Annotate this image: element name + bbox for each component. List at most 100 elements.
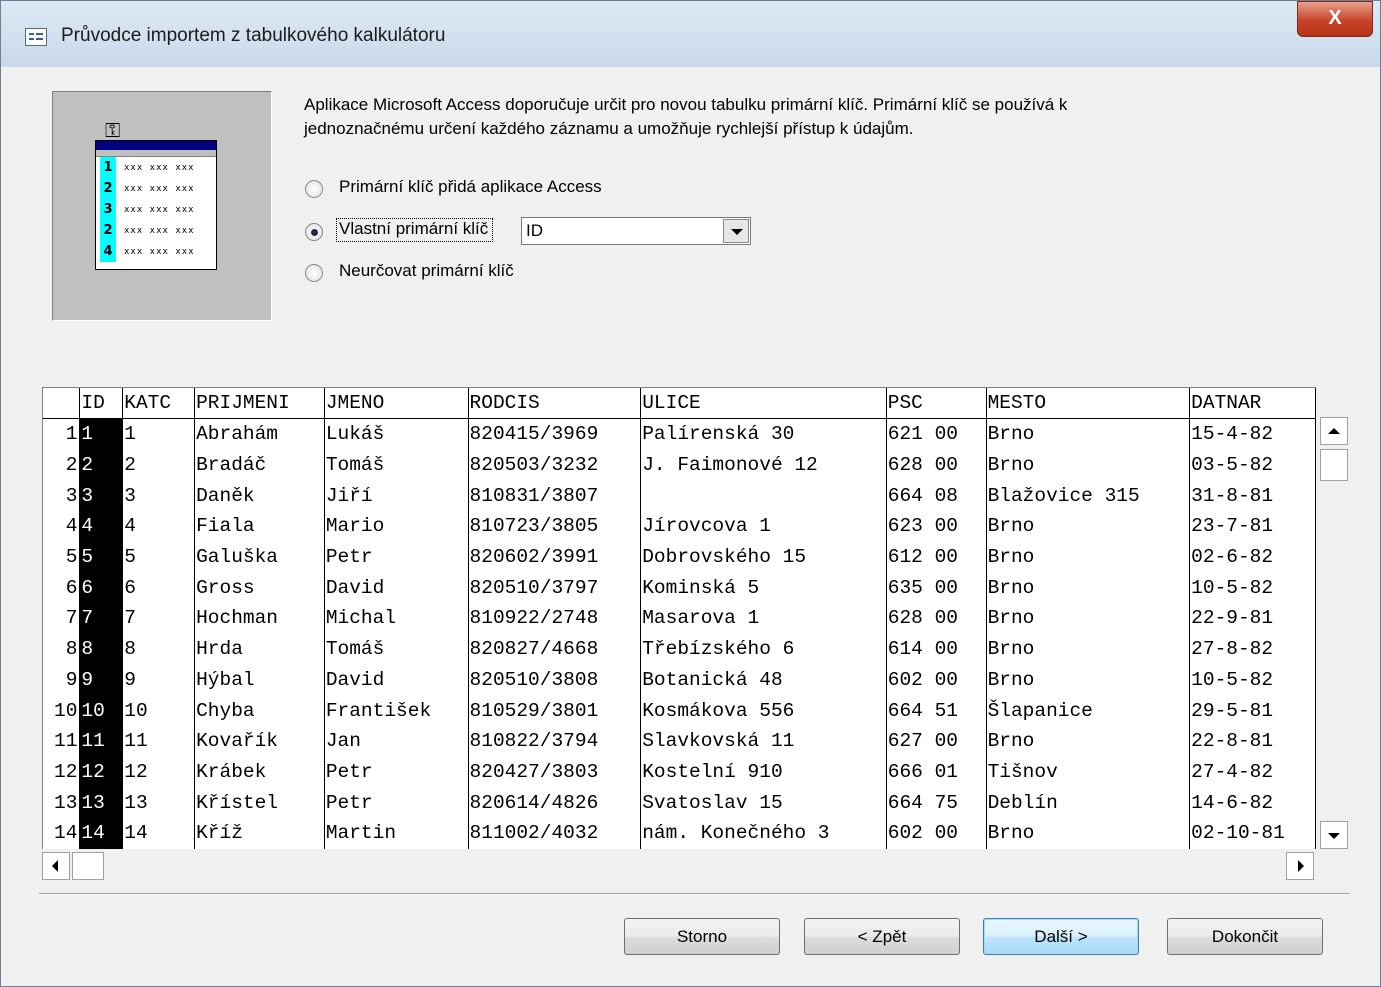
column-header[interactable]: ID (79, 388, 124, 419)
table-cell: 820427/3803 (468, 756, 642, 788)
row-selector-header[interactable] (43, 388, 81, 419)
table-cell: Dobrovského 15 (640, 541, 887, 573)
table-row[interactable]: 8 8 8 Hrda Tomáš 820827/4668 Třebízského 6 614 … (43, 633, 1316, 665)
scroll-right-icon[interactable] (1286, 852, 1314, 880)
option-label: Primární klíč přidá aplikace Access (339, 177, 602, 196)
form-icon (25, 28, 47, 46)
row-number[interactable]: 6 (43, 572, 81, 604)
close-button[interactable]: X (1297, 1, 1373, 37)
column-header[interactable]: PRIJMENI (194, 388, 325, 419)
table-cell: 820827/4668 (468, 633, 642, 665)
table-cell: 820503/3232 (468, 449, 642, 481)
table-cell: Fiala (194, 511, 325, 542)
row-number[interactable]: 12 (43, 756, 81, 788)
column-header[interactable]: JMENO (324, 388, 469, 419)
scroll-left-icon[interactable] (42, 852, 70, 880)
table-cell: 27-4-82 (1189, 756, 1316, 788)
cancel-button[interactable]: Storno (624, 918, 780, 955)
table-cell: 810822/3794 (468, 725, 642, 757)
row-number[interactable]: 1 (43, 418, 81, 450)
table-cell: Šlapanice (986, 695, 1191, 726)
table-row[interactable]: 1 1 1 Abrahám Lukáš 820415/3969 Palírenská 30 6… (43, 418, 1316, 450)
table-cell: 664 75 (886, 787, 987, 818)
table-cell: 602 00 (886, 664, 987, 696)
table-row[interactable]: 13 13 13 Křístel Petr 820614/4826 Svatoslav 15… (43, 787, 1316, 818)
window-title: Průvodce importem z tabulkového kalkulát… (61, 25, 446, 46)
wizard-body: ⚿ 1 xxx xxx xxx 2 xxx xxx xxx 3 xxx xxx xxx 2 x… (9, 67, 1372, 980)
table-cell: Mario (324, 511, 469, 542)
table-row[interactable]: 2 2 2 Bradáč Tomáš 820503/3232 J. Faimonové 12… (43, 449, 1316, 481)
row-number[interactable]: 9 (43, 664, 81, 696)
table-row[interactable]: 11 11 11 Kovařík Jan 810822/3794 Slavkovská 11… (43, 725, 1316, 757)
table-cell: 6 (122, 572, 196, 604)
table-row[interactable]: 6 6 6 Gross David 820510/3797 Kominská 5 635 00… (43, 572, 1316, 604)
radio-access-adds[interactable] (305, 180, 323, 198)
column-header[interactable]: DATNAR (1189, 388, 1316, 419)
table-cell: Brno (986, 817, 1191, 849)
table-cell: 1 (122, 418, 196, 450)
table-cell: Brno (986, 725, 1191, 757)
table-row[interactable]: 12 12 12 Krábek Petr 820427/3803 Kostelní 910 6… (43, 756, 1316, 788)
table-row[interactable]: 9 9 9 Hýbal David 820510/3808 Botanická 48 602 … (43, 664, 1316, 696)
table-row[interactable]: 7 7 7 Hochman Michal 810922/2748 Masarova 1 628… (43, 603, 1316, 634)
mini-row: 2 xxx xxx xxx (96, 220, 216, 241)
table-cell: David (324, 664, 469, 696)
scroll-down-icon[interactable] (1320, 821, 1348, 849)
column-header[interactable]: KATC (122, 388, 196, 419)
table-cell: 10 (122, 695, 196, 726)
table-cell: Martin (324, 817, 469, 849)
horizontal-scroll-thumb[interactable] (72, 852, 104, 880)
table-cell: Palírenská 30 (640, 418, 887, 450)
row-number[interactable]: 3 (43, 480, 81, 512)
table-cell: 3 (79, 480, 124, 512)
table-cell: Brno (986, 603, 1191, 634)
table-cell: 7 (79, 603, 124, 634)
row-number[interactable]: 7 (43, 603, 81, 634)
table-cell: 22-8-81 (1189, 725, 1316, 757)
column-header[interactable]: MESTO (986, 388, 1191, 419)
mini-row: 3 xxx xxx xxx (96, 199, 216, 220)
next-button[interactable]: Další > (983, 918, 1139, 955)
row-number[interactable]: 4 (43, 511, 81, 542)
table-cell: Tišnov (986, 756, 1191, 788)
mini-row-number: 2 (100, 178, 116, 199)
table-row[interactable]: 3 3 3 Daněk Jiří 810831/3807 664 08 Blažovice 3… (43, 480, 1316, 512)
table-row[interactable]: 5 5 5 Galuška Petr 820602/3991 Dobrovského 15 6… (43, 541, 1316, 573)
scroll-up-icon[interactable] (1320, 417, 1348, 445)
vertical-scroll-thumb[interactable] (1320, 449, 1348, 481)
table-row[interactable]: 10 10 10 Chyba František 810529/3801 Kosmákova… (43, 695, 1316, 726)
finish-button[interactable]: Dokončit (1167, 918, 1323, 955)
table-cell: 7 (122, 603, 196, 634)
row-number[interactable]: 2 (43, 449, 81, 481)
vertical-scrollbar[interactable] (1320, 417, 1350, 850)
column-header[interactable]: ULICE (640, 388, 887, 419)
table-cell: Hýbal (194, 664, 325, 696)
table-cell: 12 (122, 756, 196, 788)
primary-key-field-select[interactable]: ID (521, 217, 751, 245)
radio-custom-key[interactable] (305, 223, 323, 241)
mini-row-cells: xxx xxx xxx (124, 225, 195, 236)
row-number[interactable]: 14 (43, 817, 81, 849)
table-cell: Slavkovská 11 (640, 725, 887, 757)
chevron-down-icon[interactable] (723, 219, 749, 243)
row-number[interactable]: 10 (43, 695, 81, 726)
back-button[interactable]: < Zpět (804, 918, 960, 955)
table-cell (640, 480, 887, 512)
table-row[interactable]: 14 14 14 Kříž Martin 811002/4032 nám. Konečnéh… (43, 817, 1316, 849)
row-number[interactable]: 13 (43, 787, 81, 818)
data-preview-grid[interactable]: ID KATC PRIJMENI JMENO RODCIS ULICE PSC MESTO DA… (42, 387, 1316, 849)
row-number[interactable]: 11 (43, 725, 81, 757)
mini-row-number: 4 (100, 241, 116, 262)
title-bar[interactable]: Průvodce importem z tabulkového kalkulát… (1, 1, 1380, 67)
radio-no-key[interactable] (305, 264, 323, 282)
row-number[interactable]: 8 (43, 633, 81, 665)
table-cell: Jiří (324, 480, 469, 512)
row-number[interactable]: 5 (43, 541, 81, 573)
column-header[interactable]: RODCIS (468, 388, 642, 419)
table-cell: Brno (986, 418, 1191, 450)
horizontal-scrollbar[interactable] (42, 851, 1316, 881)
column-header[interactable]: PSC (886, 388, 987, 419)
table-cell: Brno (986, 664, 1191, 696)
mini-row-cells: xxx xxx xxx (124, 204, 195, 215)
table-row[interactable]: 4 4 4 Fiala Mario 810723/3805 Jírovcova 1 623 0… (43, 511, 1316, 542)
